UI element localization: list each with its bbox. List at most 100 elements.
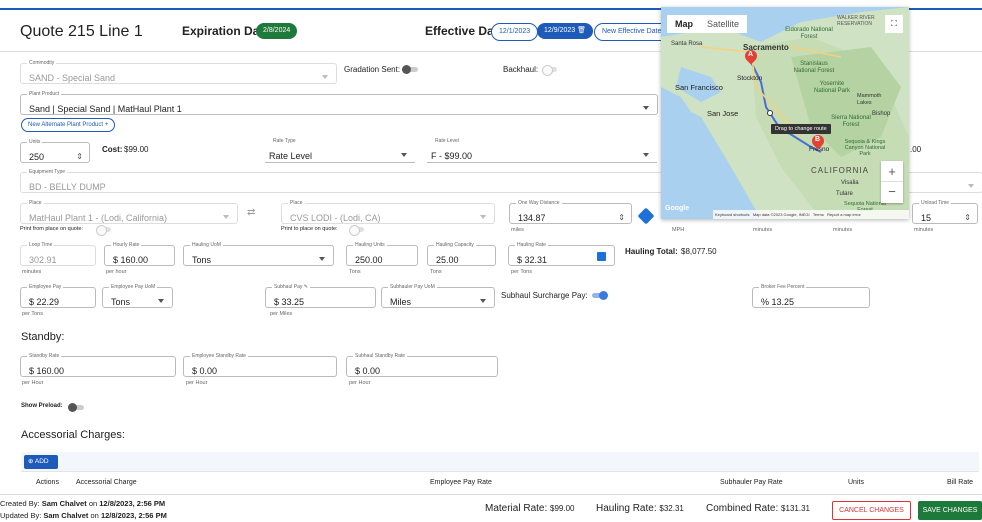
updated-on: on: [90, 511, 99, 520]
employee-standby-rate-label: Employee Standby Rate: [190, 352, 248, 360]
place-from-select[interactable]: Place MatHaul Plant 1 - (Lodi, Californi…: [20, 199, 238, 224]
hauling-rate-input[interactable]: Hauling Rate $ 32.31: [508, 241, 615, 266]
minutes-unit-2: minutes: [833, 227, 853, 233]
hauling-capacity-input[interactable]: Hauling Capacity 25.00: [427, 241, 496, 266]
map-yosemite: Yosemite National Park: [813, 81, 851, 94]
col-subhauler-pay-rate[interactable]: Subhauler Pay Rate: [720, 479, 783, 486]
subhaul-standby-rate-label: Subhaul Standby Rate: [353, 352, 408, 360]
print-from-toggle[interactable]: [96, 225, 111, 236]
map-walker-river: WALKER RIVER RESERVATION: [837, 15, 875, 27]
combined-rate-value: $131.31: [781, 504, 810, 513]
effective-date-chip-2[interactable]: 12/9/2023 🗑: [537, 23, 593, 39]
cost-value: $99.00: [124, 145, 149, 154]
rate-level-select[interactable]: Rate Level F - $99.00: [427, 137, 657, 163]
stepper-icon[interactable]: ⇕: [964, 213, 971, 222]
subhaul-standby-rate-input[interactable]: Subhaul Standby Rate $ 0.00: [346, 352, 498, 377]
col-bill-rate[interactable]: Bill Rate: [947, 479, 973, 486]
rate-type-value: Rate Level: [269, 151, 313, 161]
updated-by-user: Sam Chalvet: [43, 511, 89, 520]
employee-pay-uom-value: Tons: [111, 297, 131, 307]
subhaul-pay-label-text: Subhaul Pay: [274, 284, 303, 290]
commodity-select[interactable]: Commodity SAND - Special Sand: [20, 59, 337, 84]
map-city-visalia: Visalia: [841, 180, 859, 186]
subhaul-pay-label: Subhaul Pay ✎: [272, 283, 310, 291]
employee-pay-value: $ 22.29: [29, 297, 60, 307]
hauling-rate-value: $ 32.31: [517, 255, 548, 265]
backhaul-toggle[interactable]: [542, 65, 557, 76]
subhaul-pay-input[interactable]: Subhaul Pay ✎ $ 33.25: [265, 283, 376, 308]
subhauler-pay-uom-select[interactable]: Subhauler Pay UoM Miles: [381, 283, 495, 308]
chevron-down-icon: [319, 257, 325, 261]
route-map[interactable]: Map Satellite ⛶ Sacramento Santa Rosa Sa…: [661, 7, 909, 219]
trash-icon[interactable]: 🗑: [577, 27, 586, 34]
created-prefix: Created By:: [0, 499, 40, 508]
created-by-user: Sam Chalvet: [41, 499, 87, 508]
save-changes-button[interactable]: SAVE CHANGES: [918, 501, 982, 520]
chevron-down-icon: [401, 153, 407, 157]
units-input[interactable]: Units 250 ⇕: [20, 138, 90, 163]
hauling-total-value: $8,077.50: [681, 247, 717, 256]
map-tab[interactable]: Map: [667, 15, 701, 33]
gradation-toggle[interactable]: [402, 65, 418, 74]
swap-icon[interactable]: ⇄: [247, 207, 255, 218]
add-accessorial-button[interactable]: ⊕ ADD: [24, 455, 58, 469]
plant-product-select[interactable]: Plant Product Sand | Special Sand | MatH…: [20, 90, 658, 115]
page-title: Quote 215 Line 1: [20, 23, 143, 40]
employee-pay-uom-select[interactable]: Employee Pay UoM Tons: [102, 283, 173, 308]
directions-icon[interactable]: [637, 207, 655, 225]
google-logo: Google: [665, 205, 690, 212]
loop-time-unit: minutes: [22, 269, 42, 275]
fullscreen-icon[interactable]: ⛶: [885, 15, 903, 33]
print-from-label: Print from place on quote:: [20, 226, 83, 232]
subhauler-pay-uom-value: Miles: [390, 297, 412, 307]
show-preload-toggle[interactable]: [68, 403, 84, 412]
created-by-line: Created By: Sam Chalvet on 12/8/2023, 2:…: [0, 499, 165, 508]
hauling-uom-select[interactable]: Hauling UoM Tons: [183, 241, 334, 266]
cancel-changes-button[interactable]: CANCEL CHANGES: [832, 501, 911, 520]
terms-link[interactable]: Terms: [813, 212, 824, 217]
hourly-rate-input[interactable]: Hourly Rate $ 160.00: [104, 241, 175, 266]
employee-pay-label: Employee Pay: [27, 283, 64, 291]
distance-input[interactable]: One Way Distance 134.87 ⇕: [509, 199, 632, 224]
keyboard-shortcuts-link[interactable]: Keyboard shortcuts: [715, 212, 749, 217]
route-waypoint[interactable]: [767, 110, 773, 116]
print-to-toggle[interactable]: [349, 225, 364, 236]
effective-date-chip-1[interactable]: 12/1/2023: [491, 23, 539, 41]
subhaul-surcharge-toggle[interactable]: [592, 291, 608, 300]
place-to-select[interactable]: Place CVS LODI - (Lodi, CA): [281, 199, 495, 224]
satellite-tab[interactable]: Satellite: [699, 15, 748, 33]
unload-time-input[interactable]: Unload Time 15 ⇕: [912, 199, 978, 224]
effective-date-chip-2-label: 12/9/2023: [544, 27, 576, 34]
col-employee-pay-rate[interactable]: Employee Pay Rate: [430, 479, 492, 486]
stepper-icon[interactable]: ⇕: [618, 213, 625, 222]
loop-time-value: 302.91: [29, 255, 57, 265]
new-alternate-plant-product-button[interactable]: New Alternate Plant Product +: [21, 118, 116, 132]
hauling-units-input[interactable]: Hauling Units 250.00: [346, 241, 418, 266]
broker-fee-label: Broker Fee Percent: [759, 283, 807, 291]
stepper-icon[interactable]: ⇕: [76, 152, 83, 161]
rate-type-select[interactable]: Rate Type Rate Level: [265, 137, 415, 163]
hauling-capacity-unit: Tons: [430, 269, 442, 275]
equipment-type-label: Equipment Type: [27, 168, 68, 176]
chevron-down-icon: [158, 299, 164, 303]
employee-pay-input[interactable]: Employee Pay $ 22.29: [20, 283, 96, 308]
zoom-in-icon[interactable]: +: [881, 161, 903, 182]
broker-fee-input[interactable]: Broker Fee Percent % 13.25: [752, 283, 870, 308]
report-error-link[interactable]: Report a map error: [827, 212, 861, 217]
calculator-icon[interactable]: [597, 252, 606, 261]
material-rate-label: Material Rate:: [485, 503, 548, 514]
plant-product-value: Sand | Special Sand | MatHaul Plant 1: [29, 104, 182, 114]
distance-label: One Way Distance: [516, 199, 562, 207]
col-units[interactable]: Units: [848, 479, 864, 486]
pencil-icon[interactable]: ✎: [304, 284, 308, 290]
map-data-credit: Map data ©2023 Google, INEGI: [752, 212, 810, 217]
expiration-date-badge[interactable]: 2/8/2024: [256, 23, 298, 39]
standby-rate-input[interactable]: Standby Rate $ 160.00: [20, 352, 176, 377]
zoom-out-icon[interactable]: −: [881, 182, 903, 203]
gradation-label: Gradation Sent:: [344, 65, 401, 74]
employee-standby-rate-input[interactable]: Employee Standby Rate $ 0.00: [183, 352, 337, 377]
col-accessorial-charge[interactable]: Accessorial Charge: [76, 479, 137, 486]
employee-standby-rate-value: $ 0.00: [192, 366, 218, 376]
map-region-california: CALIFORNIA: [811, 166, 870, 175]
loop-time-label: Loop Time: [27, 241, 55, 249]
